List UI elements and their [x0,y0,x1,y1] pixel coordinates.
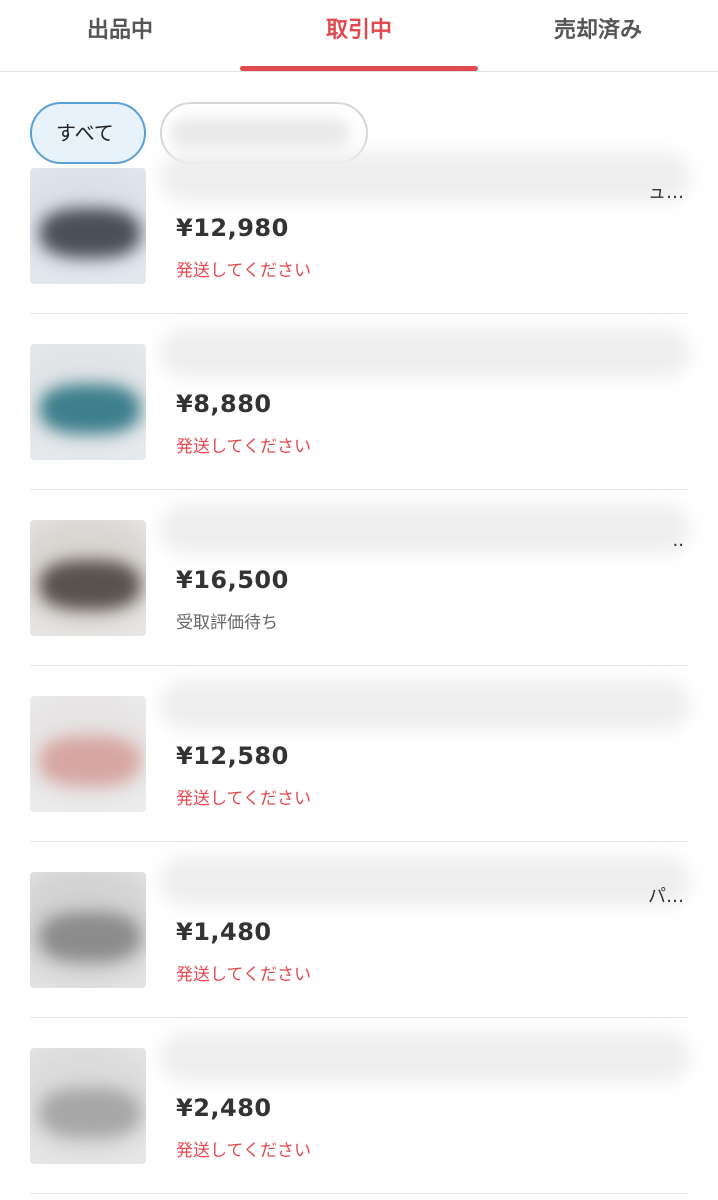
item-status: 発送してください [176,261,311,281]
item-status: 発送してください [176,965,311,985]
item-price: ¥2,480 [176,1094,272,1122]
divider [30,1193,688,1194]
tab-bar: 出品中 取引中 売却済み [0,0,718,72]
item-status: 受取評価待ち [176,613,278,633]
blurred-item-title [160,856,690,906]
list-item[interactable]: パ… ¥1,480 発送してください [0,842,718,1018]
item-title-tail: パ… [648,886,684,907]
item-title-tail: ュ… [648,182,684,203]
item-status: 発送してください [176,437,311,457]
item-status: 発送してください [176,789,311,809]
blurred-item-title [160,152,690,202]
item-price: ¥12,580 [176,742,289,770]
item-price: ¥12,980 [176,214,289,242]
list-item[interactable]: ¥8,880 発送してください [0,314,718,490]
blurred-item-title [160,328,690,378]
item-price: ¥1,480 [176,918,272,946]
item-price: ¥8,880 [176,390,272,418]
item-status: 発送してください [176,1141,311,1161]
product-thumbnail [30,168,146,284]
blurred-item-title [160,1032,690,1082]
blurred-item-title [160,504,690,554]
list-item[interactable]: .. ¥16,500 受取評価待ち [0,490,718,666]
product-thumbnail [30,344,146,460]
tab-in-progress[interactable]: 取引中 [240,0,478,70]
tab-sold[interactable]: 売却済み [478,0,718,70]
list-item[interactable]: ¥2,480 発送してください [0,1018,718,1194]
product-thumbnail [30,872,146,988]
tab-listing[interactable]: 出品中 [0,0,240,70]
item-price: ¥16,500 [176,566,289,594]
product-thumbnail [30,1048,146,1164]
product-thumbnail [30,520,146,636]
product-thumbnail [30,696,146,812]
list-item[interactable]: ¥12,580 発送してください [0,666,718,842]
item-title-tail: .. [672,530,684,551]
list-item[interactable]: ュ… ¥12,980 発送してください [0,138,718,314]
active-tab-indicator [240,66,478,71]
blurred-item-title [160,680,690,730]
